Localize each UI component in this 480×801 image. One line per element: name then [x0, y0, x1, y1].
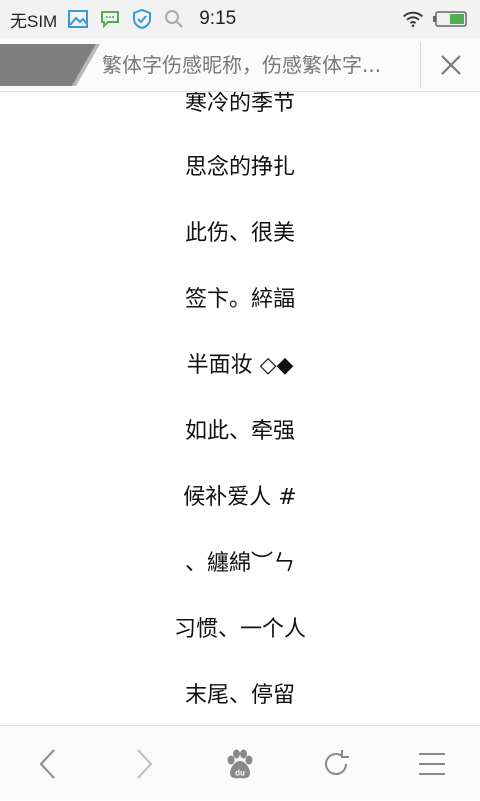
- menu-icon: [419, 752, 445, 775]
- back-button[interactable]: [0, 726, 96, 801]
- list-item: 此伤、很美: [184, 221, 295, 246]
- close-icon: [440, 55, 461, 75]
- page-title: 繁体字伤感昵称，伤感繁体字...: [102, 53, 382, 77]
- home-button[interactable]: du: [192, 726, 288, 801]
- list-item: 思念的挣扎: [184, 155, 295, 180]
- title-bar: 繁体字伤感昵称，伤感繁体字...: [0, 38, 480, 92]
- forward-icon: [137, 748, 153, 779]
- back-icon: [39, 748, 55, 779]
- svg-text:du: du: [235, 768, 245, 777]
- content-area[interactable]: 寒冷的季节 思念的挣扎 此伤、很美 签卞。綷諨 半面妆 ◇◆ 如此、牵强 候补爱…: [0, 92, 480, 725]
- wifi-icon: [402, 8, 424, 30]
- clock: 9:15: [199, 8, 237, 29]
- tab-indicator: [0, 44, 100, 86]
- message-icon: [99, 8, 121, 30]
- search-icon: [163, 8, 185, 30]
- status-right: [402, 8, 468, 30]
- bottom-toolbar: du: [0, 725, 480, 800]
- refresh-icon: [325, 749, 349, 775]
- refresh-button[interactable]: [288, 726, 384, 801]
- battery-icon: [432, 8, 468, 30]
- list-item: 如此、牵强: [184, 419, 295, 444]
- baidu-paw-icon: du: [227, 749, 253, 778]
- list-item: 、纏綿︶ㄣ: [184, 551, 295, 576]
- list-item: 末尾、停留: [184, 683, 295, 708]
- sim-status: 无SIM: [10, 11, 58, 31]
- shield-icon: [131, 8, 153, 30]
- list-item: 习惯、一个人: [173, 617, 306, 642]
- status-bar: 无SIM 9:15: [0, 0, 480, 38]
- forward-button[interactable]: [96, 726, 192, 801]
- list-item: 半面妆 ◇◆: [186, 353, 294, 378]
- menu-button[interactable]: [384, 726, 480, 801]
- list-item: 签卞。綷諨: [184, 287, 295, 312]
- image-icon: [67, 8, 89, 30]
- list-item: 寒冷的季节: [184, 92, 295, 116]
- list-item: 候补爱人 #: [183, 485, 297, 510]
- status-left: 无SIM 9:15: [10, 7, 236, 32]
- close-button[interactable]: [421, 38, 480, 92]
